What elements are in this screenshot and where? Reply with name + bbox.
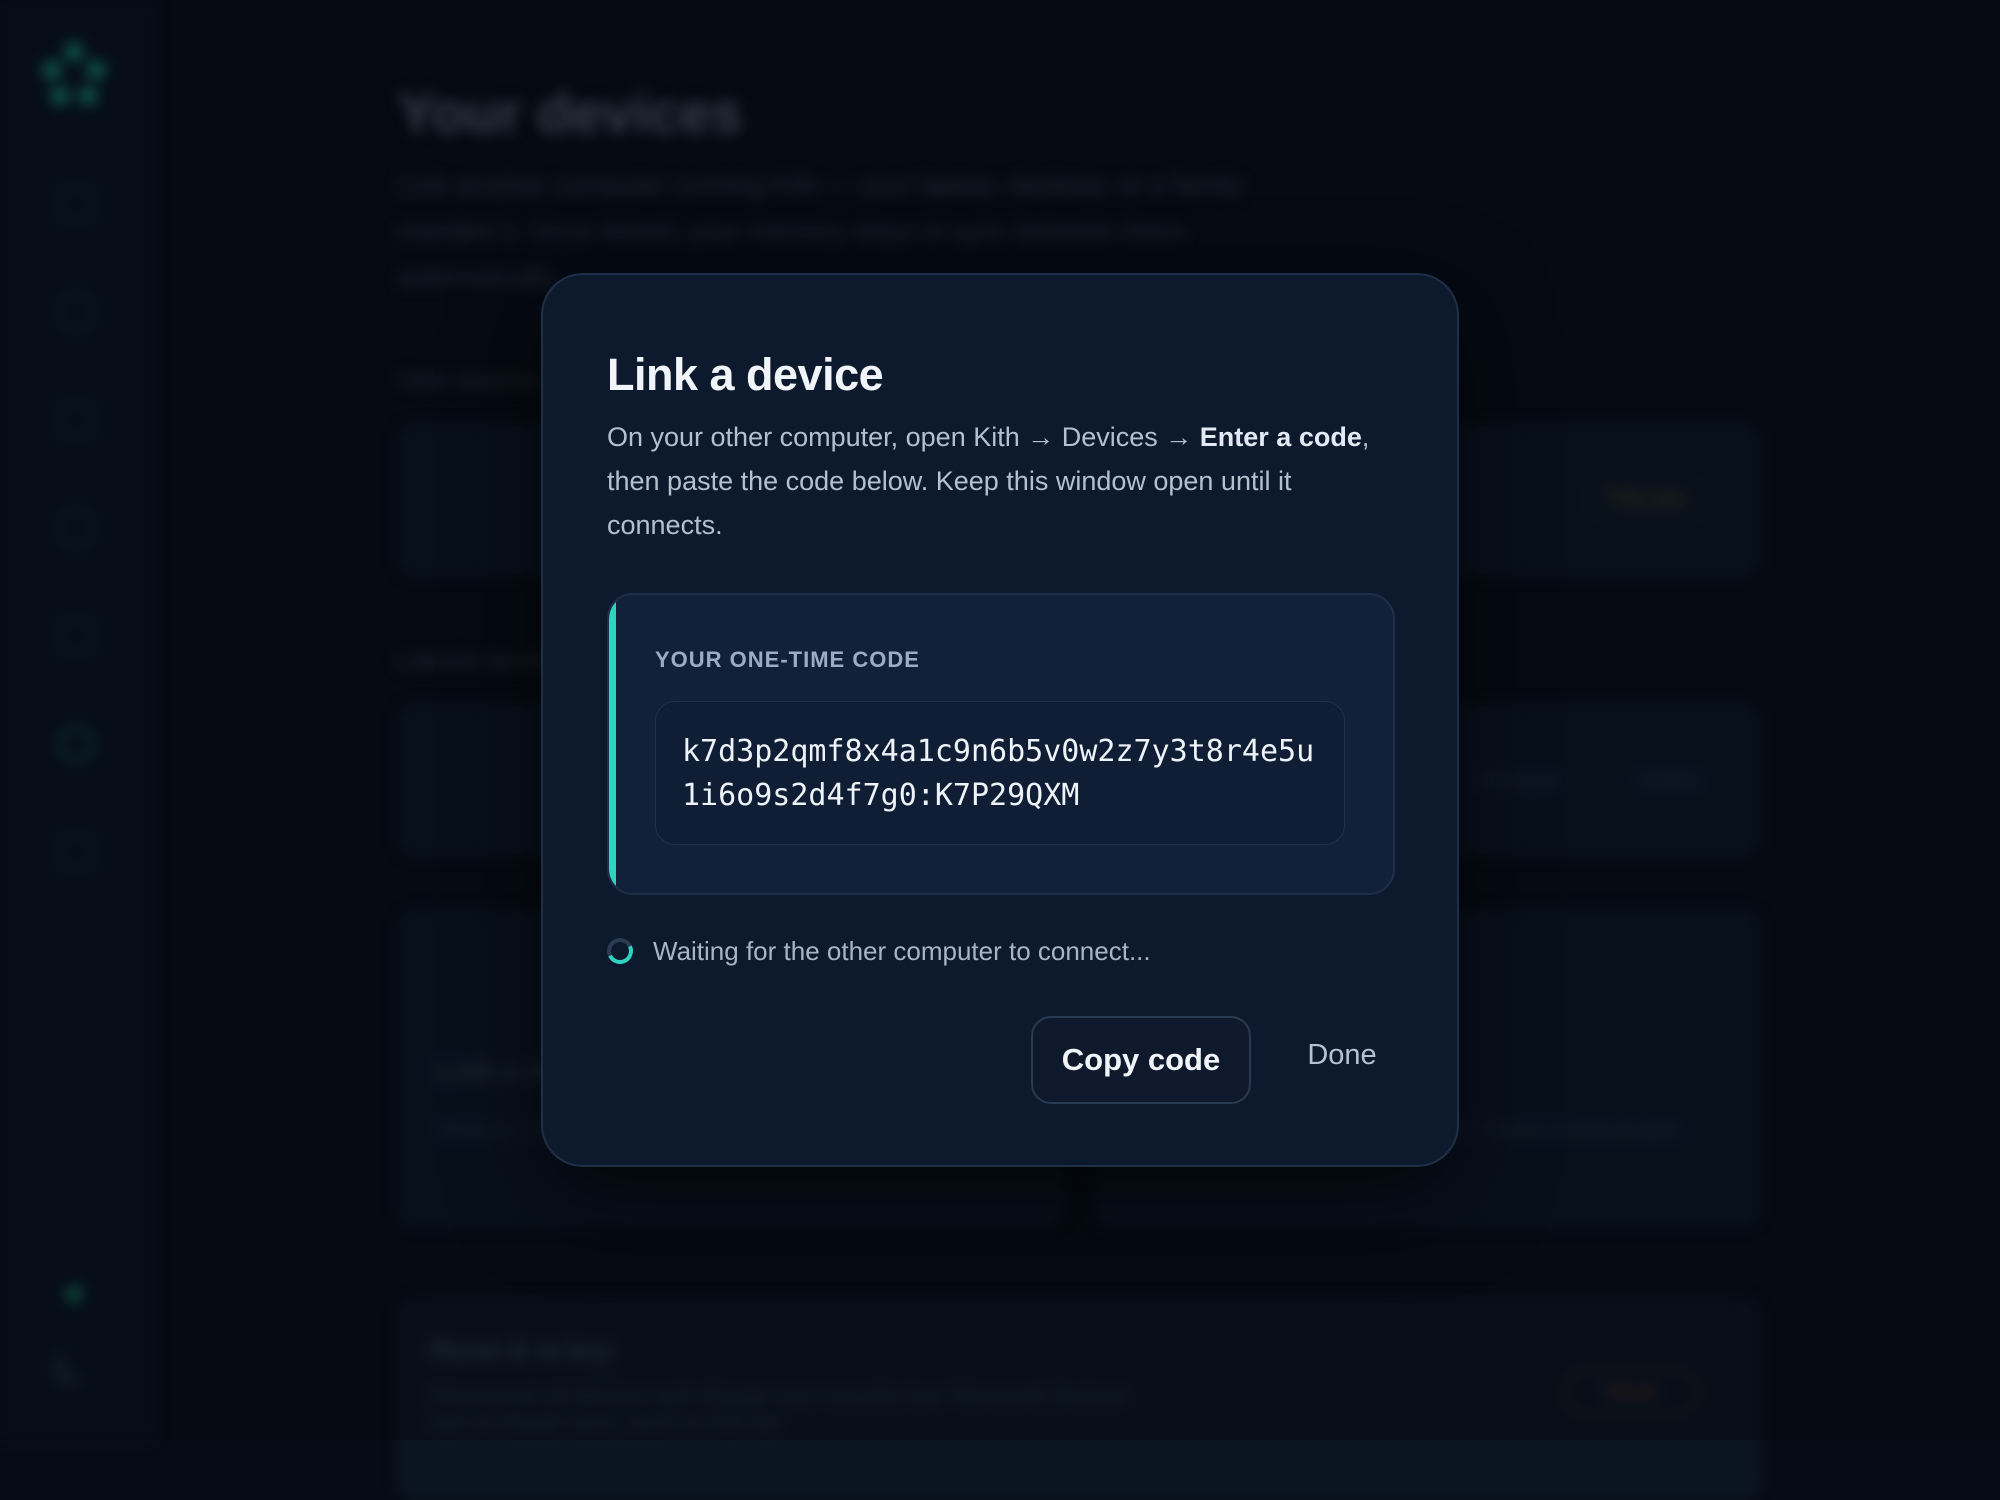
waiting-status: Waiting for the other computer to connec…: [603, 931, 1151, 971]
link-device-modal: Link a device On your other computer, op…: [541, 273, 1459, 1167]
modal-title: Link a device: [607, 349, 884, 400]
code-box: YOUR ONE-TIME CODE k7d3p2qmf8x4a1c9n6b5v…: [607, 593, 1395, 895]
done-button[interactable]: Done: [1287, 1016, 1397, 1094]
description-bold: Enter a code: [1199, 422, 1362, 452]
loading-spinner-icon: [603, 934, 637, 968]
modal-description: On your other computer, open Kith → Devi…: [607, 415, 1407, 547]
description-prefix: On your other computer, open Kith → Devi…: [607, 422, 1200, 452]
code-value[interactable]: k7d3p2qmf8x4a1c9n6b5v0w2z7y3t8r4e5u1i6o9…: [655, 701, 1345, 845]
waiting-text: Waiting for the other computer to connec…: [653, 935, 1151, 966]
code-accent-bar: [609, 595, 616, 893]
copy-code-button[interactable]: Copy code: [1031, 1016, 1251, 1104]
code-label: YOUR ONE-TIME CODE: [655, 647, 920, 672]
